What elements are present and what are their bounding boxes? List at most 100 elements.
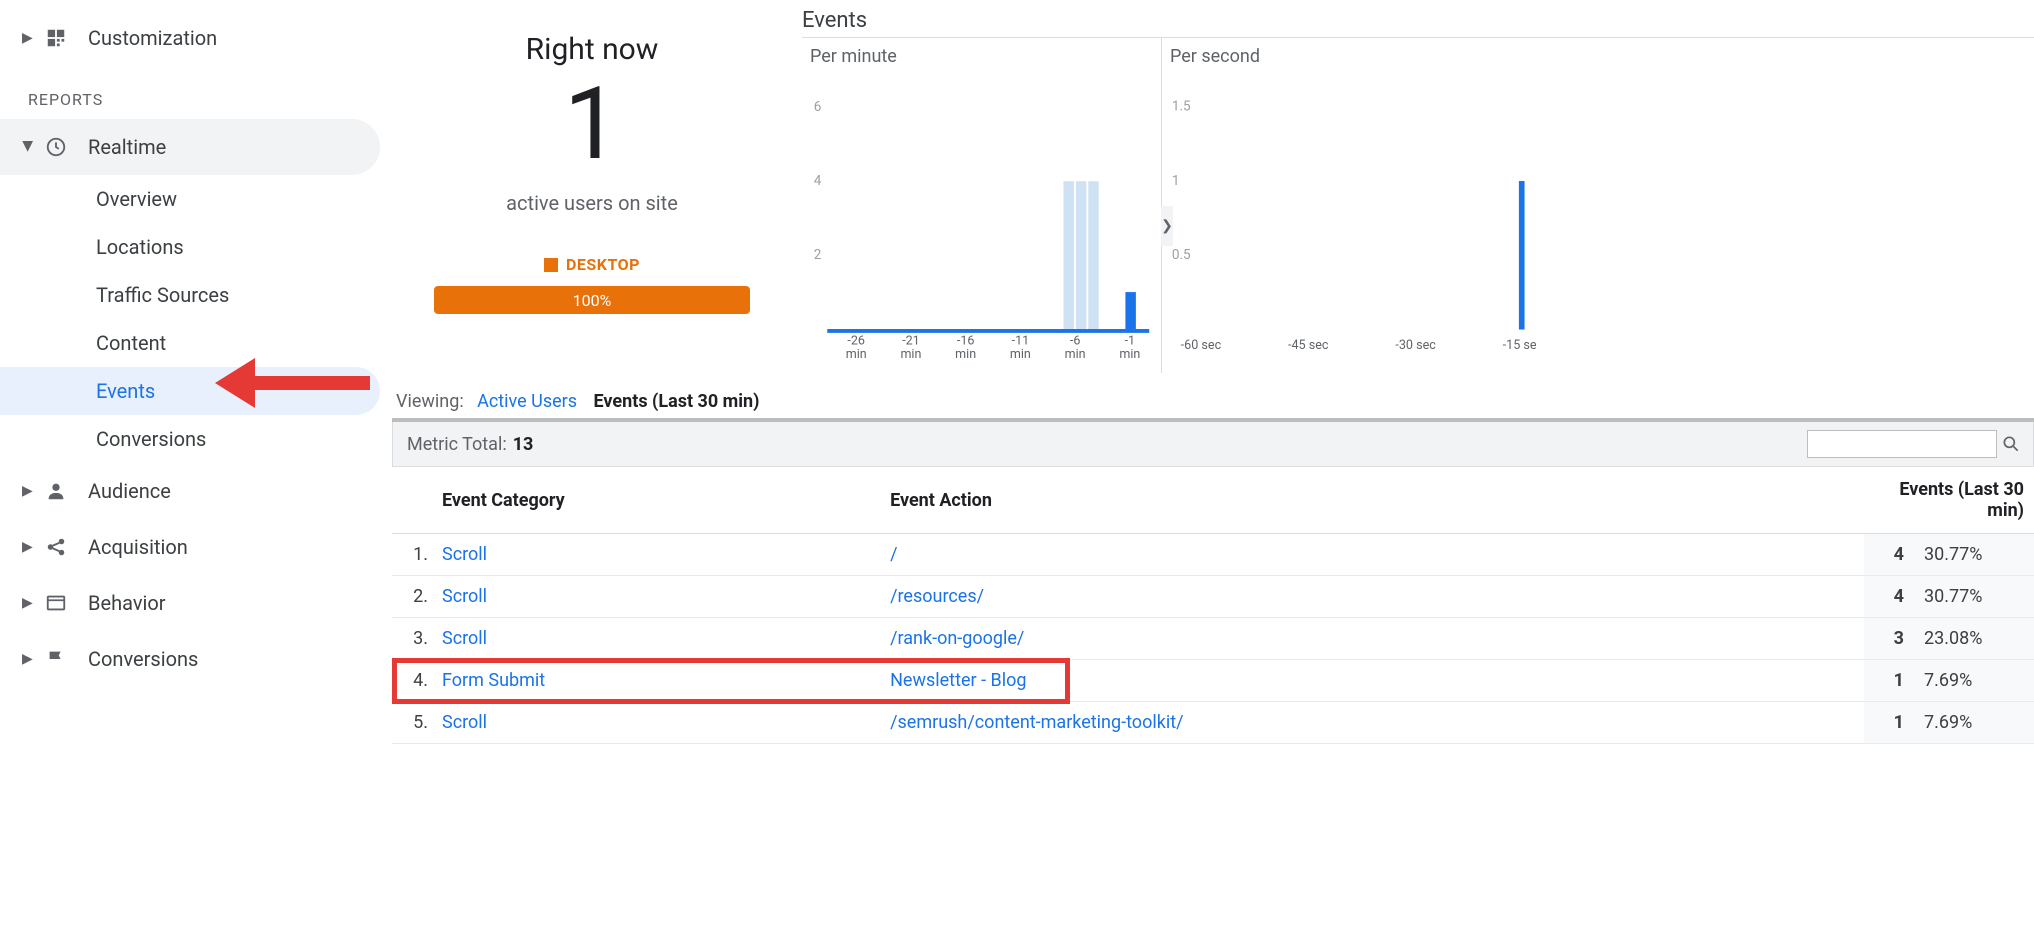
svg-text:min: min — [900, 347, 921, 362]
rightnow-subtitle: active users on site — [392, 191, 792, 215]
event-pct-cell: 30.77% — [1914, 576, 2034, 618]
svg-text:-30 sec: -30 sec — [1395, 338, 1436, 353]
sidebar-sub-traffic-sources[interactable]: Traffic Sources — [0, 271, 380, 319]
sidebar-sub-conversions[interactable]: Conversions — [0, 415, 380, 463]
rightnow-bar: 100% — [434, 286, 750, 314]
table-row: 5.Scroll/semrush/content-marketing-toolk… — [392, 702, 2034, 744]
event-pct-cell: 30.77% — [1914, 534, 2034, 576]
caret-right-icon: ▶ — [22, 595, 34, 611]
metric-total-value: 13 — [513, 434, 534, 455]
svg-text:0.5: 0.5 — [1172, 247, 1191, 263]
sidebar-sub-locations[interactable]: Locations — [0, 223, 380, 271]
row-index: 4. — [392, 660, 432, 702]
nav-customization[interactable]: ▶ Customization — [0, 10, 380, 66]
svg-text:min: min — [1065, 347, 1086, 362]
event-count-cell: 1 — [1864, 702, 1914, 744]
viewing-events-tab[interactable]: Events (Last 30 min) — [594, 391, 760, 412]
per-minute-svg: 246-26min-21min-16min-11min-6min-1min — [808, 73, 1155, 373]
charts-title: Events — [802, 8, 2034, 33]
table-search-input[interactable] — [1807, 430, 1997, 458]
nav-audience[interactable]: ▶ Audience — [0, 463, 380, 519]
svg-text:1.5: 1.5 — [1172, 99, 1191, 115]
table-row: 2.Scroll/resources/430.77% — [392, 576, 2034, 618]
nav-realtime[interactable]: ▶ Realtime — [0, 119, 380, 175]
per-minute-chart: Per minute 246-26min-21min-16min-11min-6… — [802, 38, 1162, 373]
chart-label: Per second — [1168, 46, 1536, 67]
legend-swatch — [544, 258, 558, 272]
rightnow-bar-pct: 100% — [573, 291, 612, 310]
charts-panel: Events Per minute 246-26min-21min-16min-… — [792, 8, 2034, 373]
event-count-cell: 4 — [1864, 534, 1914, 576]
caret-right-icon: ▶ — [22, 539, 34, 555]
nav-label: Acquisition — [88, 535, 188, 559]
sidebar-sub-content[interactable]: Content — [0, 319, 380, 367]
nav-label: Customization — [88, 26, 217, 50]
svg-text:-60 sec: -60 sec — [1181, 338, 1222, 353]
reports-section-label: REPORTS — [0, 66, 380, 119]
table-row: 3.Scroll/rank-on-google/323.08% — [392, 618, 2034, 660]
rightnow-legend: DESKTOP — [392, 255, 792, 274]
metric-total-row: Metric Total: 13 — [392, 422, 2034, 467]
nav-label: Behavior — [88, 591, 166, 615]
svg-text:min: min — [955, 347, 976, 362]
event-category-cell[interactable]: Scroll — [432, 618, 880, 660]
svg-text:2: 2 — [814, 247, 822, 263]
event-action-cell[interactable]: Newsletter - Blog — [880, 660, 1864, 702]
event-pct-cell: 7.69% — [1914, 660, 2034, 702]
legend-label: DESKTOP — [566, 255, 640, 274]
metric-total-label: Metric Total: — [407, 434, 507, 455]
event-action-cell[interactable]: /semrush/content-marketing-toolkit/ — [880, 702, 1864, 744]
nav-label: Conversions — [88, 647, 198, 671]
viewing-row: Viewing: Active Users Events (Last 30 mi… — [392, 391, 2034, 422]
rightnow-title: Right now — [392, 32, 792, 67]
event-count-cell: 4 — [1864, 576, 1914, 618]
svg-text:6: 6 — [814, 99, 822, 115]
event-action-cell[interactable]: / — [880, 534, 1864, 576]
event-category-cell[interactable]: Scroll — [432, 534, 880, 576]
behavior-icon — [42, 589, 70, 617]
events-table: Event Category Event Action Events (Last… — [392, 467, 2034, 744]
svg-text:min: min — [1010, 347, 1031, 362]
event-action-cell[interactable]: /resources/ — [880, 576, 1864, 618]
caret-right-icon: ▶ — [22, 651, 34, 667]
search-icon[interactable] — [1997, 430, 2025, 458]
svg-text:min: min — [846, 347, 867, 362]
row-index: 3. — [392, 618, 432, 660]
event-category-cell[interactable]: Form Submit — [432, 660, 880, 702]
clock-icon — [42, 133, 70, 161]
viewing-active-users-link[interactable]: Active Users — [477, 391, 577, 412]
event-category-cell[interactable]: Scroll — [432, 576, 880, 618]
nav-behavior[interactable]: ▶ Behavior — [0, 575, 380, 631]
sidebar-sub-overview[interactable]: Overview — [0, 175, 380, 223]
nav-conversions[interactable]: ▶ Conversions — [0, 631, 380, 687]
nav-acquisition[interactable]: ▶ Acquisition — [0, 519, 380, 575]
row-index: 5. — [392, 702, 432, 744]
table-row: 4.Form SubmitNewsletter - Blog17.69% — [392, 660, 2034, 702]
svg-text:1: 1 — [1172, 173, 1180, 189]
customization-icon — [42, 24, 70, 52]
viewing-label: Viewing: — [396, 391, 464, 412]
col-event-action[interactable]: Event Action — [880, 467, 1864, 534]
svg-text:min: min — [1119, 347, 1140, 362]
event-pct-cell: 7.69% — [1914, 702, 2034, 744]
nav-label: Audience — [88, 479, 171, 503]
event-count-cell: 3 — [1864, 618, 1914, 660]
person-icon — [42, 477, 70, 505]
table-row: 1.Scroll/430.77% — [392, 534, 2034, 576]
flag-icon — [42, 645, 70, 673]
caret-down-icon: ▶ — [20, 141, 36, 153]
sidebar-sub-events[interactable]: Events — [0, 367, 380, 415]
col-event-category[interactable]: Event Category — [432, 467, 880, 534]
rightnow-panel: Right now 1 active users on site DESKTOP… — [392, 8, 792, 314]
chart-label: Per minute — [808, 46, 1155, 67]
main-content: Right now 1 active users on site DESKTOP… — [380, 0, 2034, 952]
row-index: 1. — [392, 534, 432, 576]
event-category-cell[interactable]: Scroll — [432, 702, 880, 744]
caret-right-icon: ▶ — [22, 483, 34, 499]
caret-right-icon: ▶ — [22, 30, 34, 46]
col-events-count[interactable]: Events (Last 30 min) — [1864, 467, 2034, 534]
share-icon — [42, 533, 70, 561]
event-action-cell[interactable]: /rank-on-google/ — [880, 618, 1864, 660]
svg-text:-15 sec: -15 sec — [1503, 338, 1536, 353]
event-count-cell: 1 — [1864, 660, 1914, 702]
